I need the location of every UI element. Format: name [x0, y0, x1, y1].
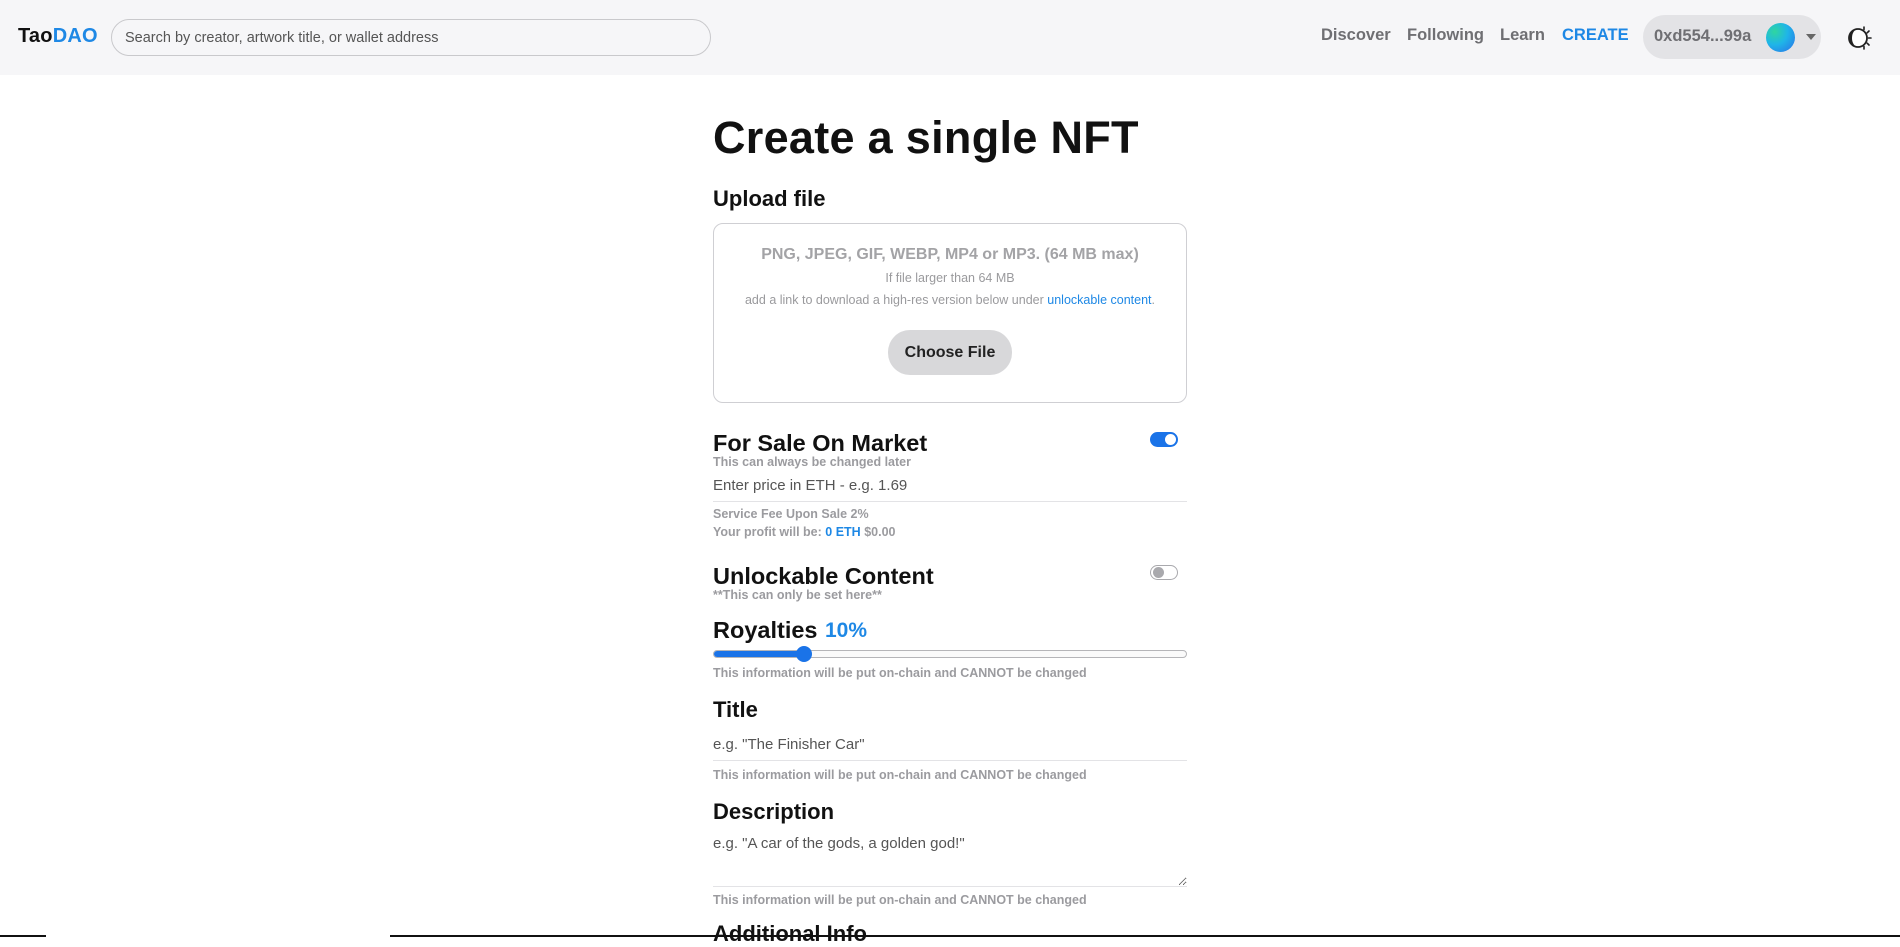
logo-text-dao: DAO [52, 25, 98, 47]
avatar [1766, 23, 1795, 52]
logo[interactable]: TaoDAO [18, 25, 98, 48]
toggle-knob [1153, 567, 1164, 578]
upload-link-note-end: . [1151, 293, 1155, 307]
upload-heading: Upload file [713, 186, 826, 211]
royalties-value: 10% [825, 619, 868, 642]
nav-following[interactable]: Following [1407, 26, 1484, 45]
wallet-address: 0xd554...99a [1654, 27, 1752, 45]
nav-discover[interactable]: Discover [1321, 26, 1391, 45]
profit-label: Your profit will be: [713, 525, 826, 539]
profit-usd: $0.00 [864, 525, 896, 539]
chevron-down-icon [1806, 34, 1816, 40]
for-sale-note: This can always be changed later [713, 455, 911, 469]
nav-learn[interactable]: Learn [1500, 26, 1545, 45]
moon-sun-icon [1848, 26, 1872, 50]
slider-handle[interactable] [795, 646, 812, 662]
nav-create[interactable]: CREATE [1562, 26, 1629, 45]
theme-toggle-button[interactable] [1844, 24, 1872, 52]
description-textarea[interactable] [713, 829, 1187, 887]
unlockable-toggle[interactable] [1150, 565, 1178, 580]
royalties-slider[interactable] [713, 646, 1187, 662]
choose-file-button[interactable]: Choose File [888, 330, 1012, 375]
slider-fill [714, 651, 804, 657]
title-note: This information will be put on-chain an… [713, 768, 1087, 782]
upload-link-note-text: add a link to download a high-res versio… [744, 293, 1048, 307]
title-input[interactable] [713, 729, 1187, 761]
for-sale-heading: For Sale On Market [713, 430, 928, 456]
upload-size-note: If file larger than 64 MB [885, 271, 1015, 285]
wallet-menu-button[interactable]: 0xd554...99a [1643, 15, 1821, 59]
search-input[interactable] [111, 19, 711, 56]
description-heading: Description [713, 799, 835, 824]
upload-file-types: PNG, JPEG, GIF, WEBP, MP4 or MP3. (64 MB… [761, 246, 1139, 263]
top-header: TaoDAO Discover Following Learn CREATE 0… [0, 0, 1900, 75]
upload-link-note: add a link to download a high-res versio… [714, 293, 1186, 307]
additional-info-heading: Additional Info [713, 921, 867, 946]
title-heading: Title [713, 697, 758, 722]
price-input[interactable] [713, 470, 1187, 502]
royalties-heading: Royalties [713, 617, 818, 643]
profit-eth: 0 ETH [825, 525, 861, 539]
service-fee-text: Service Fee Upon Sale 2% [713, 507, 869, 521]
royalties-note: This information will be put on-chain an… [713, 666, 1087, 680]
profit-line: Your profit will be: 0 ETH $0.00 [713, 525, 895, 539]
upload-dropzone[interactable]: PNG, JPEG, GIF, WEBP, MP4 or MP3. (64 MB… [713, 223, 1187, 403]
page-title: Create a single NFT [713, 112, 1139, 163]
toggle-knob [1165, 434, 1176, 445]
for-sale-toggle[interactable] [1150, 432, 1178, 447]
description-note: This information will be put on-chain an… [713, 893, 1087, 907]
logo-text-tao: Tao [18, 25, 53, 47]
unlockable-heading: Unlockable Content [713, 563, 934, 589]
unlockable-content-link[interactable]: unlockable content [1047, 293, 1151, 307]
unlockable-note: **This can only be set here** [713, 588, 882, 602]
